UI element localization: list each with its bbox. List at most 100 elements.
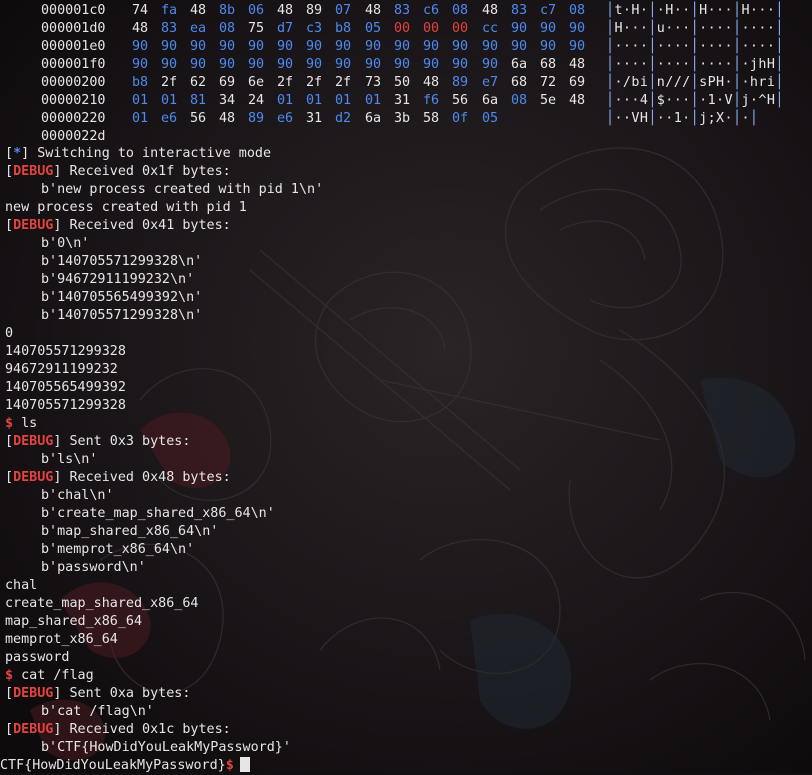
- prompt-symbol: $: [5, 416, 14, 431]
- hexdump-byte: 31: [394, 93, 411, 108]
- debug-tag: DEBUG: [13, 686, 54, 701]
- debug-log-line: [DEBUG] Received 0x48 bytes:: [5, 470, 231, 485]
- program-output-line: 94672911199232: [5, 361, 810, 379]
- hexdump-ascii-chunk: ····: [741, 21, 776, 36]
- log-message: Received 0x1c bytes:: [61, 722, 231, 737]
- hexdump-byte: 07: [335, 3, 352, 18]
- hexdump-ascii: │····│····│····│·jhH│: [606, 57, 784, 72]
- bytes-repr-line: b'map_shared_x86_64\n': [5, 523, 810, 541]
- bytes-repr: b'CTF{HowDidYouLeakMyPassword}': [41, 740, 291, 755]
- hexdump-byte: 01: [335, 93, 352, 108]
- hexdump-ascii-chunk: ····: [656, 39, 691, 54]
- hexdump-ascii-chunk: ·: [741, 111, 750, 126]
- flag-output: CTF{HowDidYouLeakMyPassword}: [0, 758, 226, 773]
- hexdump-byte: 90: [452, 39, 469, 54]
- hexdump-byte: 90: [161, 39, 178, 54]
- hexdump-byte: 90: [132, 39, 149, 54]
- hexdump-offset: 000001c0: [41, 3, 106, 18]
- bytes-repr: b'0\n': [41, 236, 90, 251]
- hexdump-ascii-chunk: j·^H: [741, 93, 776, 108]
- program-output-line: memprot_x86_64: [5, 631, 810, 649]
- bytes-repr-line: b'cat /flag\n': [5, 703, 810, 721]
- hexdump-byte: 08: [569, 3, 586, 18]
- bytes-repr: b'chal\n': [41, 488, 114, 503]
- hexdump-byte: 72: [540, 75, 557, 90]
- hexdump-byte: 83: [511, 3, 528, 18]
- hexdump-byte: 89: [306, 3, 323, 18]
- debug-log-line: [DEBUG] Sent 0xa bytes:: [5, 686, 191, 701]
- hexdump-byte: e6: [161, 111, 178, 126]
- hexdump-byte: 90: [248, 39, 265, 54]
- hexdump-byte: f6: [423, 93, 440, 108]
- bytes-repr: b'create_map_shared_x86_64\n': [41, 506, 275, 521]
- output-text: 140705571299328: [5, 398, 126, 413]
- log-message: Received 0x48 bytes:: [61, 470, 231, 485]
- hexdump-byte: 69: [219, 75, 236, 90]
- hexdump-ascii-chunk: H···: [699, 3, 733, 18]
- hexdump-byte: 05: [482, 111, 499, 126]
- hexdump-byte: 00: [423, 21, 440, 36]
- bytes-repr: b'140705565499392\n': [41, 290, 203, 305]
- terminal-cursor[interactable]: [239, 757, 250, 772]
- output-text: create_map_shared_x86_64: [5, 596, 199, 611]
- log-message: Sent 0x3 bytes:: [61, 434, 191, 449]
- bytes-repr: b'140705571299328\n': [41, 254, 203, 269]
- program-output-line: password: [5, 649, 810, 667]
- hexdump-ascii-chunk: H···: [614, 21, 649, 36]
- hexdump-byte: 90: [365, 57, 382, 72]
- debug-log-line: [DEBUG] Received 0x41 bytes:: [5, 218, 231, 233]
- debug-log-line: [DEBUG] Received 0x1f bytes:: [5, 164, 231, 179]
- hexdump-byte: 90: [482, 57, 499, 72]
- program-output-line: 0: [5, 325, 810, 343]
- hexdump-ascii-chunk: ··1·: [656, 111, 691, 126]
- log-message: Received 0x41 bytes:: [61, 218, 231, 233]
- bytes-repr-line: b'ls\n': [5, 451, 810, 469]
- hexdump-byte: 90: [306, 57, 323, 72]
- output-text: 140705571299328: [5, 344, 126, 359]
- hexdump-byte: 05: [365, 21, 382, 36]
- hexdump-byte: 68: [511, 75, 528, 90]
- shell-command-line: $ cat /flag: [5, 667, 810, 685]
- hexdump-byte: 01: [161, 93, 178, 108]
- hexdump-ascii-chunk: ····: [614, 57, 649, 72]
- hexdump-byte: 75: [248, 21, 265, 36]
- output-text: password: [5, 650, 70, 665]
- hexdump-byte: b8: [132, 75, 149, 90]
- hexdump-byte: 00: [394, 21, 411, 36]
- hexdump-byte: 89: [248, 111, 265, 126]
- hexdump-ascii: │t·H·│·H··│H···│H···│: [606, 3, 784, 18]
- hexdump-byte: 48: [423, 75, 440, 90]
- hexdump-byte: d7: [277, 21, 294, 36]
- terminal-window[interactable]: 000001c0 74 fa 48 8b 06 48 89 07 48 83 c6 08 48 83 c7 08…: [0, 0, 812, 773]
- hexdump-byte: 73: [365, 75, 382, 90]
- program-output-line: 140705571299328: [5, 343, 810, 361]
- hexdump-byte: 50: [394, 75, 411, 90]
- hexdump-byte: 90: [482, 39, 499, 54]
- bytes-repr-line: b'memprot_x86_64\n': [5, 541, 810, 559]
- hexdump-byte: c6: [423, 3, 440, 18]
- hexdump-byte: 00: [452, 21, 469, 36]
- hexdump-byte: 08: [452, 3, 469, 18]
- hexdump-ascii: │····│····│····│····│: [606, 39, 784, 54]
- hexdump-byte: 90: [540, 21, 557, 36]
- hexdump-byte: 08: [511, 93, 528, 108]
- hexdump-byte: 90: [394, 57, 411, 72]
- hexdump-byte: 90: [423, 57, 440, 72]
- hexdump-ascii-chunk: ····: [699, 57, 733, 72]
- hexdump-offset: 000001e0: [41, 39, 106, 54]
- info-log-line: [*] Switching to interactive mode: [5, 146, 272, 161]
- bytes-repr-line: b'0\n': [5, 235, 810, 253]
- hexdump-byte: 90: [277, 57, 294, 72]
- hexdump-byte: d2: [335, 111, 352, 126]
- active-input-line: CTF{HowDidYouLeakMyPassword}$: [0, 757, 810, 775]
- bytes-repr-line: b'94672911199232\n': [5, 271, 810, 289]
- hexdump-byte: 90: [540, 39, 557, 54]
- hexdump-byte: 90: [569, 39, 586, 54]
- output-text: 94672911199232: [5, 362, 118, 377]
- hexdump-byte: 0f: [452, 111, 469, 126]
- hexdump-byte: 81: [190, 93, 207, 108]
- hexdump-byte: 6e: [248, 75, 265, 90]
- terminal-output: [*] Switching to interactive mode [DEBUG]…: [0, 145, 810, 775]
- hexdump-ascii: │·/bi│n///│sPH·│·hri│: [606, 75, 784, 90]
- bytes-repr: b'new process created with pid 1\n': [41, 182, 324, 197]
